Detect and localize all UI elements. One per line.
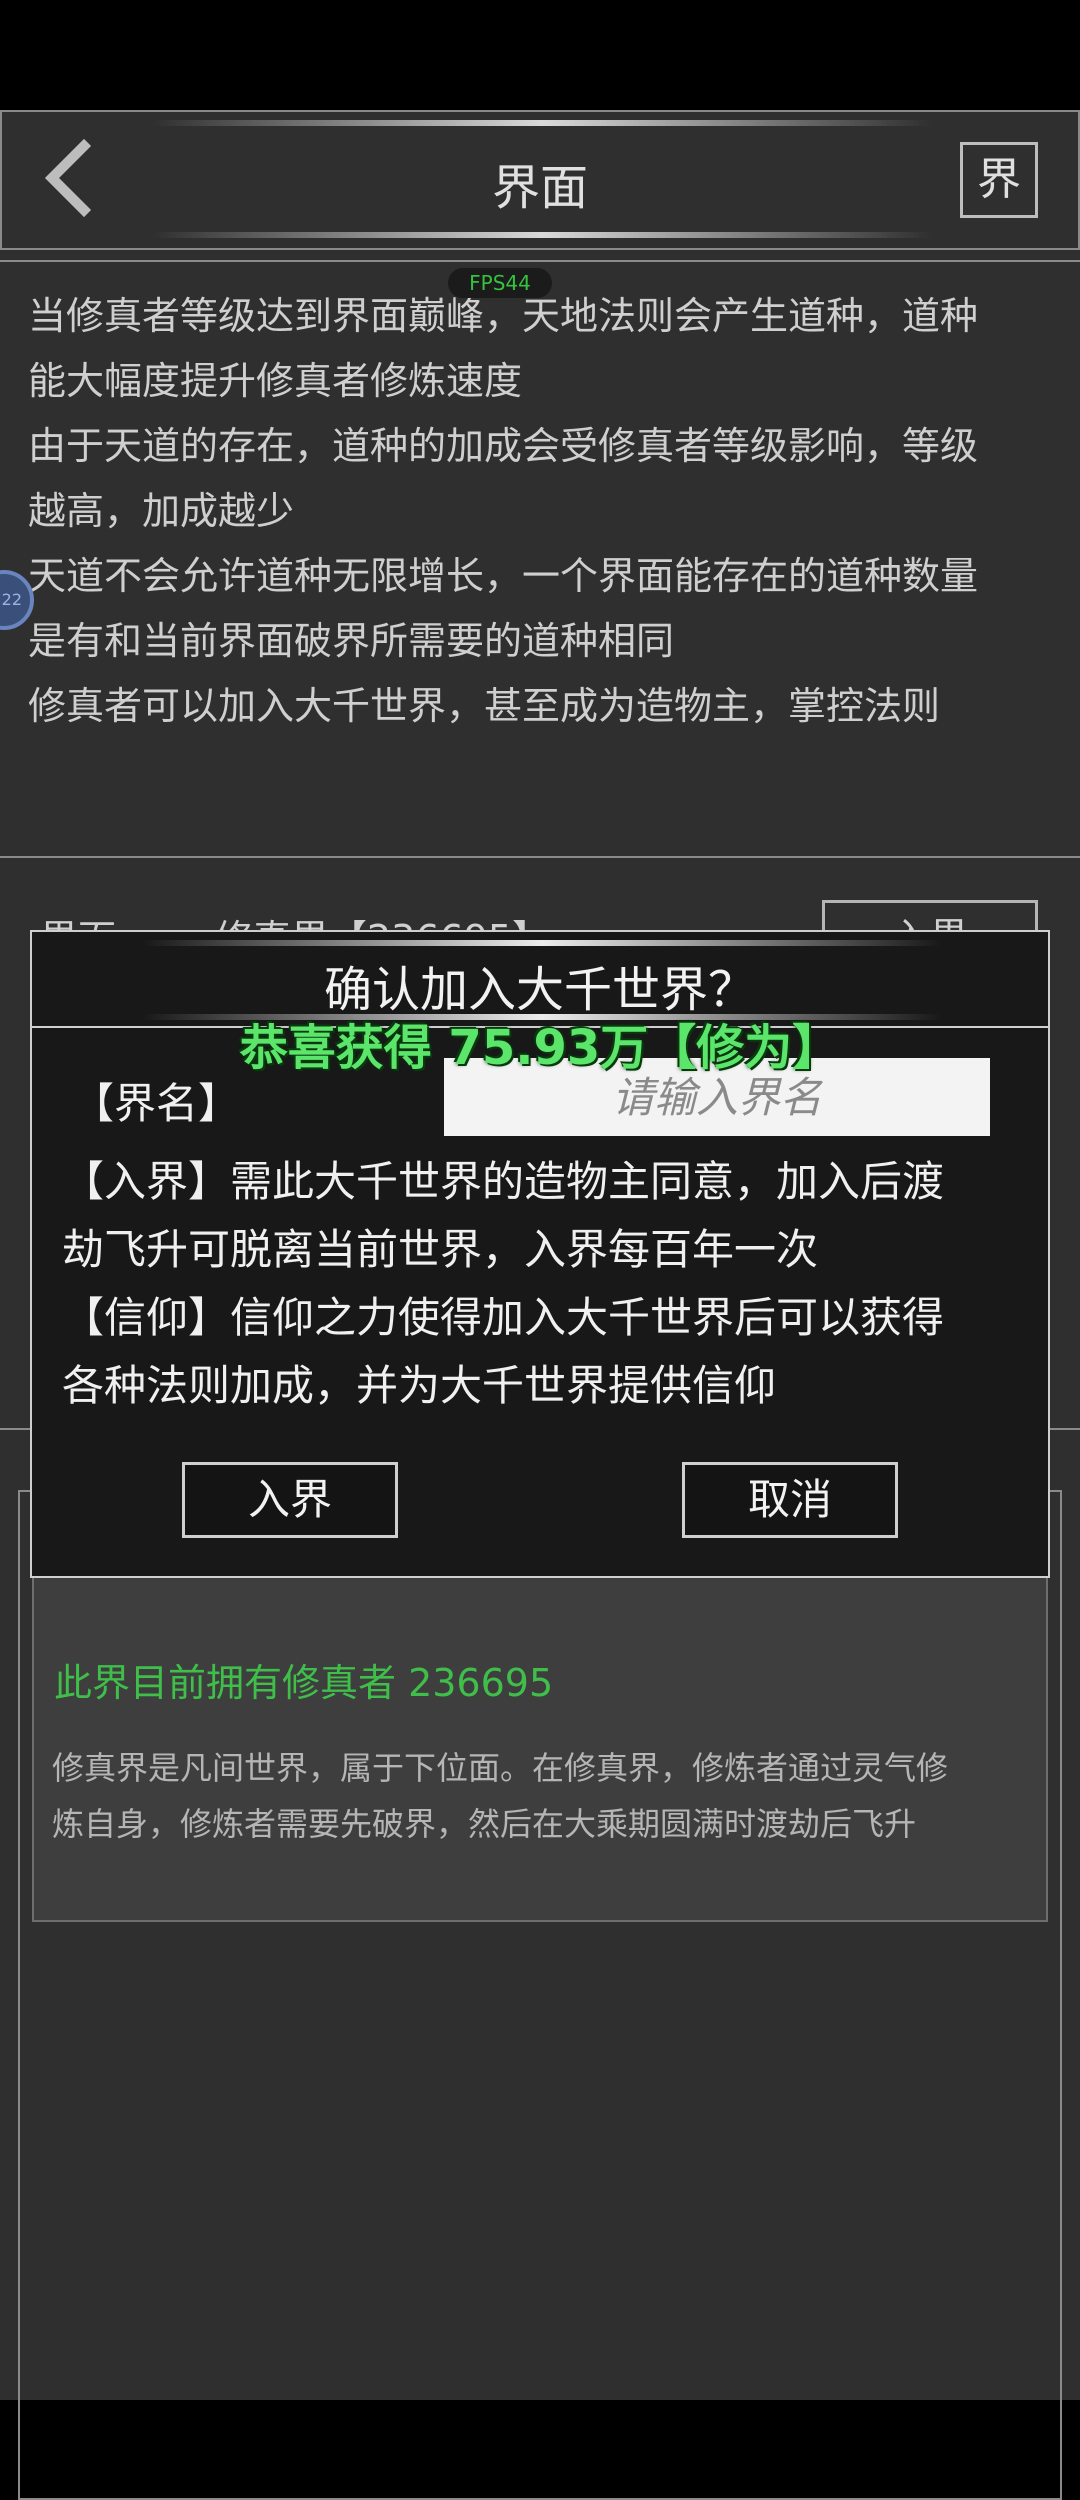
description-line: 天道不会允许道种无限增长，一个界面能存在的道种数量 bbox=[28, 554, 979, 598]
page-title: 界面 bbox=[491, 160, 588, 216]
dialog-body-line: 【入界】需此大千世界的造物主同意，加入后渡 bbox=[62, 1157, 945, 1206]
confirm-enter-button[interactable]: 入界 bbox=[182, 1462, 398, 1538]
dialog-body-line: 各种法则加成，并为大千世界提供信仰 bbox=[62, 1361, 777, 1410]
realm-name-label: 【界名】 bbox=[72, 1079, 241, 1128]
dialog-ornament-top bbox=[142, 940, 942, 946]
description-panel: 当修真者等级达到界面巅峰，天地法则会产生道种，道种 能大幅度提升修真者修炼速度 … bbox=[0, 260, 1080, 858]
reward-toast: 恭喜获得 75.93万【修为】 bbox=[239, 1020, 841, 1076]
dialog-body-line: 劫飞升可脱离当前世界，入界每百年一次 bbox=[62, 1225, 819, 1274]
fps-counter: FPS44 bbox=[448, 268, 552, 298]
world-description: 修真界是凡间世界，属于下位面。在修真界，修炼者通过灵气修 炼自身，修炼者需要先破… bbox=[52, 1740, 1028, 1852]
world-description-line: 修真界是凡间世界，属于下位面。在修真界，修炼者通过灵气修 bbox=[52, 1749, 949, 1787]
world-description-line: 炼自身，修炼者需要先破界，然后在大乘期圆满时渡劫后飞升 bbox=[52, 1805, 917, 1843]
realm-button[interactable]: 界 bbox=[960, 142, 1038, 218]
cancel-button[interactable]: 取消 bbox=[682, 1462, 898, 1538]
cultivator-count: 此界目前拥有修真者 236695 bbox=[54, 1661, 554, 1705]
description-line: 能大幅度提升修真者修炼速度 bbox=[28, 359, 523, 403]
header-bar: 界面 界 bbox=[0, 110, 1080, 250]
header-ornament-bottom bbox=[152, 232, 932, 238]
dialog-body-line: 【信仰】信仰之力使得加入大千世界后可以获得 bbox=[62, 1293, 945, 1342]
description-line: 修真者可以加入大千世界，甚至成为造物主，掌控法则 bbox=[28, 684, 941, 728]
description-line: 是有和当前界面破界所需要的道种相同 bbox=[28, 619, 675, 663]
header-ornament-top bbox=[152, 120, 932, 126]
description-line: 越高，加成越少 bbox=[28, 489, 295, 533]
description-line: 由于天道的存在，道种的加成会受修真者等级影响，等级 bbox=[28, 424, 979, 468]
dialog-body: 【入界】需此大千世界的造物主同意，加入后渡 劫飞升可脱离当前世界，入界每百年一次… bbox=[62, 1148, 1018, 1420]
